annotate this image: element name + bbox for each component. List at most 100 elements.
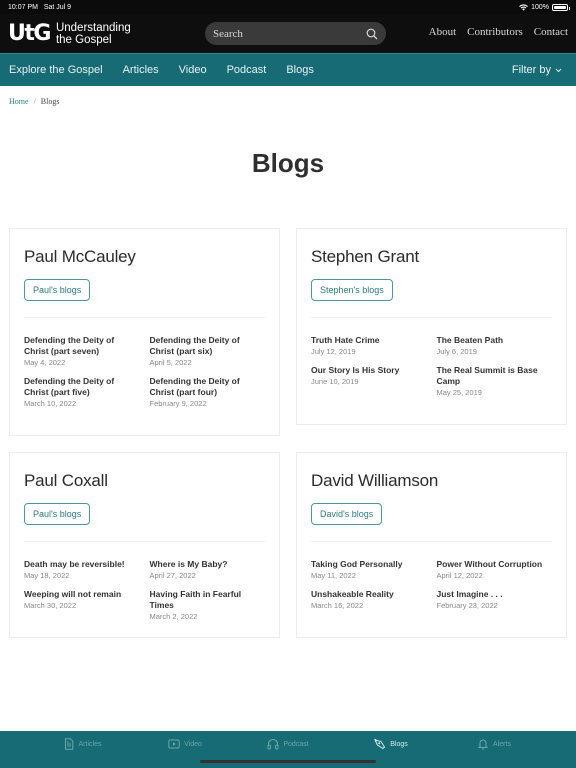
- post-date: March 30, 2022: [24, 601, 77, 610]
- author-blogs-button[interactable]: Paul's blogs: [24, 503, 91, 525]
- post-item[interactable]: Unshakeable Reality March 16, 2022: [311, 589, 427, 610]
- post-date: July 12, 2019: [311, 347, 356, 356]
- author-blogs-button[interactable]: Stephen's blogs: [311, 279, 393, 301]
- status-time-date: 10:07 PM Sat Jul 9: [8, 4, 71, 11]
- post-item[interactable]: Defending the Deity of Christ (part six)…: [150, 335, 266, 367]
- post-title[interactable]: Having Faith in Fearful Times: [150, 589, 266, 611]
- post-list: Death may be reversible! May 18, 2022 Whe…: [24, 559, 265, 621]
- headphones-icon: [267, 738, 279, 750]
- author-card: David Williamson David's blogs Taking Go…: [296, 452, 567, 638]
- status-bar: 10:07 PM Sat Jul 9 100%: [0, 0, 576, 14]
- nav-blogs[interactable]: Blogs: [286, 64, 314, 76]
- author-blogs-button[interactable]: David's blogs: [311, 503, 383, 525]
- tab-podcast[interactable]: Podcast: [237, 738, 340, 768]
- nav-video[interactable]: Video: [179, 64, 207, 76]
- status-right: 100%: [519, 3, 570, 11]
- post-date: February 23, 2022: [436, 601, 498, 610]
- tab-video[interactable]: Video: [134, 738, 237, 768]
- post-item[interactable]: Taking God Personally May 11, 2022: [311, 559, 427, 580]
- author-blogs-button[interactable]: Paul's blogs: [24, 279, 91, 301]
- nav-explore-gospel[interactable]: Explore the Gospel: [9, 64, 103, 76]
- tab-alerts[interactable]: Alerts: [443, 738, 546, 768]
- battery-icon: [552, 3, 570, 11]
- top-header: UtG Understanding the Gospel Search Abou…: [0, 14, 576, 53]
- author-card: Stephen Grant Stephen's blogs Truth Hate…: [296, 228, 567, 425]
- contributors-link[interactable]: Contributors: [467, 26, 523, 38]
- post-title[interactable]: Where is My Baby?: [150, 559, 266, 570]
- post-date: May 4, 2022: [24, 358, 66, 367]
- post-item[interactable]: The Real Summit is Base Camp May 25, 2019: [437, 365, 553, 397]
- post-title[interactable]: Unshakeable Reality: [311, 589, 427, 600]
- logo-mark: UtG: [8, 20, 51, 46]
- post-title[interactable]: Weeping will not remain: [24, 589, 140, 600]
- search-input[interactable]: Search: [205, 22, 386, 45]
- post-item[interactable]: Our Story Is His Story June 10, 2019: [311, 365, 427, 397]
- post-title[interactable]: Defending the Deity of Christ (part seve…: [24, 335, 140, 357]
- breadcrumb-separator: /: [33, 97, 36, 106]
- post-date: July 6, 2019: [436, 347, 477, 356]
- breadcrumb-current: Blogs: [40, 97, 60, 106]
- post-title[interactable]: The Beaten Path: [437, 335, 553, 346]
- tab-label: Blogs: [390, 741, 408, 748]
- post-item[interactable]: The Beaten Path July 6, 2019: [437, 335, 553, 356]
- post-title[interactable]: Just Imagine . . .: [437, 589, 553, 600]
- post-title[interactable]: Defending the Deity of Christ (part six): [150, 335, 266, 357]
- post-title[interactable]: Power Without Corruption: [437, 559, 553, 570]
- post-date: April 5, 2022: [149, 358, 192, 367]
- post-title[interactable]: Our Story Is His Story: [311, 365, 427, 376]
- nav-podcast[interactable]: Podcast: [227, 64, 267, 76]
- filter-by-label: Filter by: [511, 64, 551, 76]
- post-date: May 18, 2022: [24, 571, 70, 580]
- search-placeholder: Search: [213, 27, 243, 40]
- post-date: March 10, 2022: [24, 399, 77, 408]
- wifi-icon: [519, 3, 528, 11]
- post-title[interactable]: Death may be reversible!: [24, 559, 140, 570]
- post-item[interactable]: Power Without Corruption April 12, 2022: [437, 559, 553, 580]
- author-card: Paul McCauley Paul's blogs Defending the…: [9, 228, 280, 436]
- post-item[interactable]: Death may be reversible! May 18, 2022: [24, 559, 140, 580]
- post-item[interactable]: Truth Hate Crime July 12, 2019: [311, 335, 427, 356]
- post-date: March 2, 2022: [149, 612, 198, 621]
- post-title[interactable]: Defending the Deity of Christ (part five…: [24, 376, 140, 398]
- post-item[interactable]: Defending the Deity of Christ (part seve…: [24, 335, 140, 367]
- tab-label: Alerts: [493, 741, 511, 748]
- tab-label: Articles: [78, 741, 102, 748]
- post-title[interactable]: Truth Hate Crime: [311, 335, 427, 346]
- logo-text: Understanding the Gospel: [56, 22, 131, 46]
- search-icon[interactable]: [366, 28, 378, 40]
- divider: [311, 317, 552, 318]
- tab-articles[interactable]: Articles: [31, 738, 134, 768]
- post-list: Truth Hate Crime July 12, 2019 The Beaten…: [311, 335, 552, 397]
- post-item[interactable]: Weeping will not remain March 30, 2022: [24, 589, 140, 621]
- pen-nib-icon: [374, 738, 386, 750]
- author-name: Stephen Grant: [311, 247, 419, 266]
- post-title[interactable]: The Real Summit is Base Camp: [437, 365, 553, 387]
- post-item[interactable]: Defending the Deity of Christ (part five…: [24, 376, 140, 408]
- breadcrumb-home[interactable]: Home: [9, 97, 29, 106]
- post-item[interactable]: Where is My Baby? April 27, 2022: [150, 559, 266, 580]
- status-time: 10:07 PM: [8, 3, 38, 11]
- bell-icon: [477, 739, 489, 750]
- about-link[interactable]: About: [429, 26, 457, 38]
- page-title: Blogs: [251, 148, 325, 178]
- site-logo[interactable]: UtG Understanding the Gospel: [8, 22, 131, 46]
- post-date: May 11, 2022: [311, 571, 356, 580]
- tab-blogs[interactable]: Blogs: [340, 738, 443, 768]
- divider: [24, 317, 265, 318]
- post-item[interactable]: Defending the Deity of Christ (part four…: [150, 376, 266, 408]
- post-date: May 25, 2019: [436, 388, 482, 397]
- post-item[interactable]: Just Imagine . . . February 23, 2022: [437, 589, 553, 610]
- divider: [311, 541, 552, 542]
- post-date: April 12, 2022: [436, 571, 483, 580]
- post-item[interactable]: Having Faith in Fearful Times March 2, 20…: [150, 589, 266, 621]
- play-icon: [168, 739, 180, 749]
- filter-by-dropdown[interactable]: Filter by: [512, 64, 562, 76]
- contact-link[interactable]: Contact: [534, 26, 568, 38]
- author-name: David Williamson: [311, 471, 439, 490]
- author-card: Paul Coxall Paul's blogs Death may be re…: [9, 452, 280, 638]
- breadcrumb: Home / Blogs: [9, 97, 59, 106]
- logo-line-2: the Gospel: [55, 33, 112, 46]
- post-title[interactable]: Defending the Deity of Christ (part four…: [150, 376, 266, 398]
- nav-articles[interactable]: Articles: [123, 64, 159, 76]
- post-title[interactable]: Taking God Personally: [311, 559, 427, 570]
